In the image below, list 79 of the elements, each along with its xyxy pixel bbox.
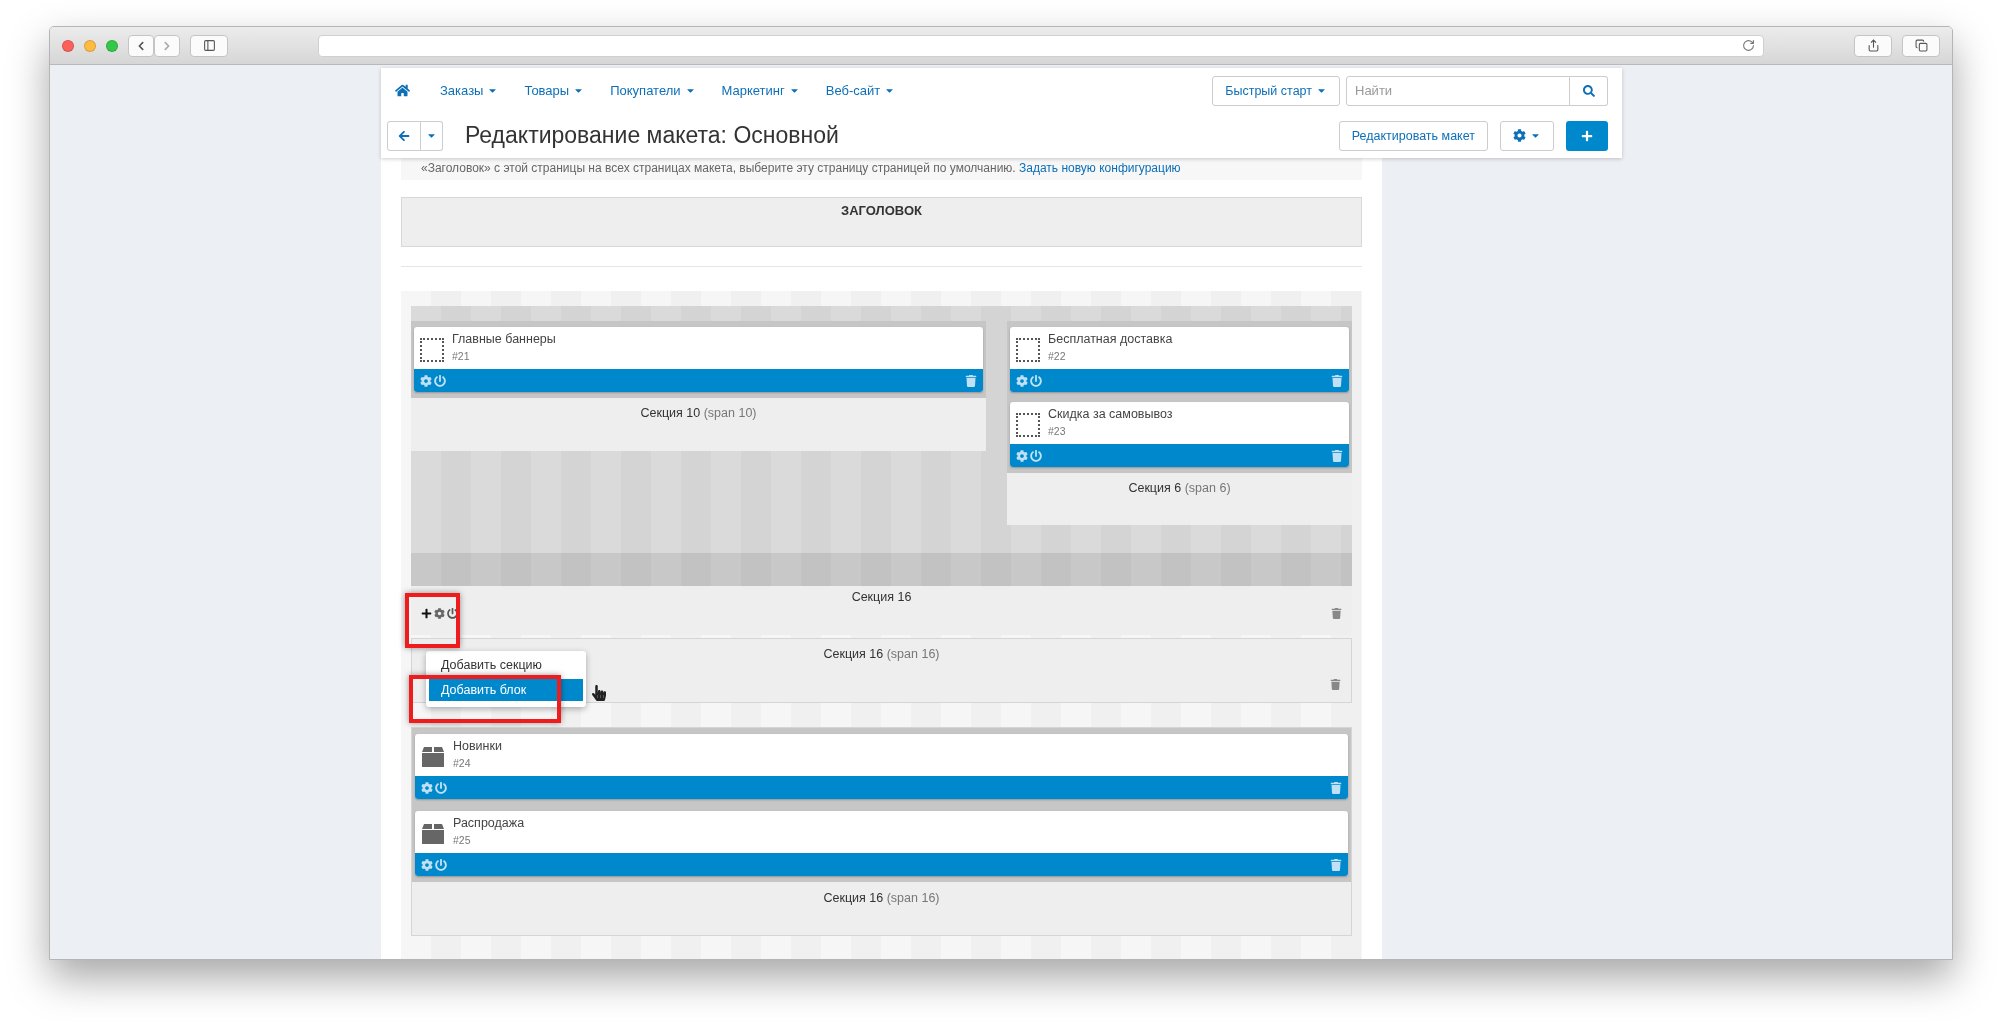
power-icon[interactable]: [1030, 449, 1042, 462]
menu-item[interactable]: Добавить секцию: [429, 654, 583, 676]
settings-icon[interactable]: [434, 608, 445, 619]
chevron-left-icon: [136, 40, 146, 51]
quick-start-button[interactable]: Быстрый старт: [1212, 75, 1340, 106]
block-name: Распродажа: [453, 816, 525, 830]
trash-icon[interactable]: [1331, 374, 1343, 387]
section-label: Секция 16 (span 16): [822, 891, 941, 905]
address-field[interactable]: [318, 34, 1764, 57]
nav-menu[interactable]: Товары: [514, 83, 595, 98]
nav-menu[interactable]: Заказы: [430, 83, 509, 98]
share-button[interactable]: [1854, 34, 1892, 57]
section-label: Секция 16 (span 16): [822, 647, 941, 661]
header-section: ЗАГОЛОВОК: [401, 197, 1362, 247]
placeholder-icon: [420, 338, 444, 362]
settings-icon[interactable]: [1016, 449, 1028, 462]
block-id: #25: [453, 834, 472, 846]
block-id: #21: [452, 350, 471, 362]
power-icon[interactable]: [1030, 374, 1042, 387]
placeholder-icon: [1016, 413, 1040, 437]
notice-text: «Заголовок» с этой страницы на всех страницах макета, выберите эту страницу страницей по умолчанию. Задать новую конфигурацию: [401, 158, 1362, 180]
nav-menu[interactable]: Покупатели: [600, 83, 706, 98]
search-button[interactable]: [1570, 75, 1608, 106]
settings-icon[interactable]: [421, 858, 433, 871]
block-name: Главные баннеры: [452, 332, 556, 346]
tabs-icon: [1914, 39, 1928, 52]
power-icon[interactable]: [435, 781, 447, 794]
box-icon: [421, 822, 445, 846]
block-id: #23: [1048, 425, 1067, 437]
nav-menu[interactable]: Веб-сайт: [815, 83, 906, 98]
cursor-icon: [591, 685, 607, 701]
block-name: Бесплатная доставка: [1048, 332, 1173, 346]
forward-button[interactable]: [154, 34, 180, 57]
nav-menu[interactable]: Маркетинг: [711, 83, 810, 98]
trash-icon[interactable]: [1331, 608, 1342, 619]
search-field[interactable]: Найти: [1346, 75, 1570, 106]
arrow-left-icon: [398, 129, 410, 142]
settings-icon[interactable]: [420, 374, 432, 387]
plus-icon: [1581, 129, 1593, 142]
reload-icon[interactable]: [1742, 39, 1755, 52]
power-icon[interactable]: [435, 858, 447, 871]
close-window-button[interactable]: [62, 39, 74, 52]
trash-icon[interactable]: [1330, 781, 1342, 794]
edit-layout-button[interactable]: Редактировать макет: [1338, 120, 1488, 151]
zoom-window-button[interactable]: [106, 39, 118, 52]
plus-icon[interactable]: [421, 608, 432, 619]
highlight-frame: [405, 593, 460, 648]
settings-icon[interactable]: [421, 781, 433, 794]
back-button[interactable]: [387, 120, 421, 151]
chevron-right-icon: [162, 40, 172, 51]
add-button[interactable]: [1566, 120, 1608, 151]
config-link[interactable]: Задать новую конфигурацию: [1019, 161, 1181, 175]
trash-icon[interactable]: [1331, 449, 1343, 462]
power-icon[interactable]: [434, 374, 446, 387]
section-label: Секция 16: [850, 590, 913, 604]
settings-button[interactable]: [1500, 120, 1554, 151]
search-icon: [1582, 84, 1595, 97]
trash-icon[interactable]: [965, 374, 977, 387]
block-id: #24: [453, 757, 472, 769]
placeholder-icon: [1016, 338, 1040, 362]
section-label: Секция 10 (span 10): [639, 406, 758, 420]
box-icon: [421, 745, 445, 769]
power-icon[interactable]: [447, 608, 458, 619]
home-icon[interactable]: [395, 83, 410, 98]
block-name: Новинки: [453, 739, 502, 753]
trash-icon[interactable]: [1330, 858, 1342, 871]
block-id: #22: [1048, 350, 1067, 362]
settings-icon[interactable]: [1016, 374, 1028, 387]
section-label: Секция 6 (span 6): [1127, 481, 1232, 495]
sidebar-icon: [202, 39, 216, 52]
block-name: Скидка за самовывоз: [1048, 407, 1173, 421]
settings-icon: [1513, 129, 1526, 142]
minimize-window-button[interactable]: [84, 39, 96, 52]
sidebar-button[interactable]: [190, 34, 228, 57]
share-icon: [1866, 39, 1880, 52]
trash-icon[interactable]: [1330, 679, 1341, 690]
page-title: Редактирование макета: Основной: [465, 122, 839, 149]
tabs-button[interactable]: [1902, 34, 1940, 57]
back-button[interactable]: [128, 34, 154, 57]
